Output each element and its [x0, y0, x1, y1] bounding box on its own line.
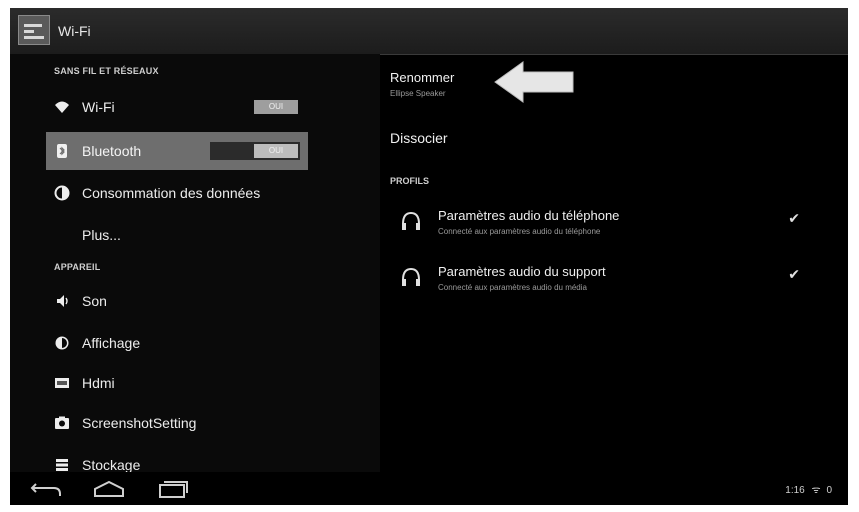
sidebar-item-data-usage[interactable]: Consommation des données — [46, 174, 308, 212]
headphones-icon — [402, 267, 420, 286]
checkmark-icon[interactable]: ✔ — [788, 266, 800, 283]
settings-list: SANS FIL ET RÉSEAUX Wi-Fi OUI Bluetooth … — [10, 54, 380, 473]
wifi-toggle-state: OUI — [254, 100, 298, 114]
sidebar-item-sound[interactable]: Son — [46, 282, 308, 320]
sidebar-item-label: ScreenshotSetting — [82, 415, 197, 431]
section-header-device: APPAREIL — [54, 262, 101, 272]
clock: 1:16 — [785, 485, 805, 496]
hdmi-icon — [55, 378, 69, 388]
sidebar-item-label: Son — [82, 293, 107, 309]
bluetooth-device-details: Renommer Ellipse Speaker Dissocier PROFI… — [380, 54, 848, 472]
sound-icon — [57, 295, 68, 307]
sidebar-item-hdmi[interactable]: Hdmi — [46, 364, 308, 402]
wifi-toggle[interactable]: OUI — [254, 98, 298, 116]
sidebar-item-screenshot[interactable]: ScreenshotSetting — [46, 404, 308, 442]
back-icon[interactable] — [30, 478, 64, 500]
checkmark-icon[interactable]: ✔ — [788, 210, 800, 227]
home-icon[interactable] — [92, 478, 126, 500]
profile-title: Paramètres audio du support — [438, 264, 606, 279]
recent-apps-icon[interactable] — [156, 478, 190, 500]
sidebar-item-label: Affichage — [82, 335, 141, 351]
sidebar-item-label: Hdmi — [82, 375, 115, 391]
wifi-status-icon: ᯤ — [811, 485, 821, 496]
tablet-screen: Wi-Fi SANS FIL ET RÉSEAUX Wi-Fi OUI Blue… — [10, 8, 848, 505]
rename-subtitle: Ellipse Speaker — [390, 89, 446, 98]
unpair-button[interactable]: Dissocier — [390, 130, 448, 146]
sidebar-item-label: Stockage — [82, 457, 141, 473]
profile-subtitle: Connecté aux paramètres audio du télépho… — [438, 227, 601, 236]
profile-subtitle: Connecté aux paramètres audio du média — [438, 283, 587, 292]
system-nav-bar: 1:16 ᯤ 0 — [10, 472, 848, 505]
profile-title: Paramètres audio du téléphone — [438, 208, 620, 223]
battery-icon: 0 — [826, 485, 832, 496]
sidebar-item-bluetooth[interactable]: Bluetooth OUI — [46, 132, 308, 170]
sidebar-item-label: Consommation des données — [82, 185, 261, 201]
action-bar: Wi-Fi — [10, 8, 848, 55]
profiles-header: PROFILS — [390, 176, 430, 186]
sidebar-item-more[interactable]: Plus... — [46, 216, 308, 254]
sidebar-item-label: Bluetooth — [82, 143, 142, 159]
sidebar-item-wifi[interactable]: Wi-Fi OUI — [46, 88, 308, 126]
display-icon — [55, 336, 69, 350]
profile-phone-audio[interactable]: Paramètres audio du téléphone Connecté a… — [400, 204, 830, 246]
bluetooth-toggle-state: OUI — [254, 144, 298, 158]
left-arrow-icon — [494, 61, 574, 103]
headphones-icon — [402, 211, 420, 230]
storage-icon — [56, 459, 68, 471]
screenshot-icon — [55, 416, 69, 429]
wifi-icon — [55, 101, 69, 113]
sidebar-item-label: Wi-Fi — [82, 99, 115, 115]
sidebar-item-label: Plus... — [82, 227, 121, 243]
data-usage-icon — [54, 185, 70, 201]
bluetooth-toggle[interactable]: OUI — [210, 142, 300, 160]
section-header-wireless: SANS FIL ET RÉSEAUX — [54, 66, 159, 76]
sidebar-item-display[interactable]: Affichage — [46, 324, 308, 362]
profile-media-audio[interactable]: Paramètres audio du support Connecté aux… — [400, 260, 830, 302]
bluetooth-icon — [57, 144, 67, 158]
settings-app-icon[interactable] — [18, 15, 50, 45]
status-area[interactable]: 1:16 ᯤ 0 — [785, 482, 832, 496]
rename-title: Renommer — [390, 70, 455, 85]
app-title: Wi-Fi — [58, 23, 91, 39]
